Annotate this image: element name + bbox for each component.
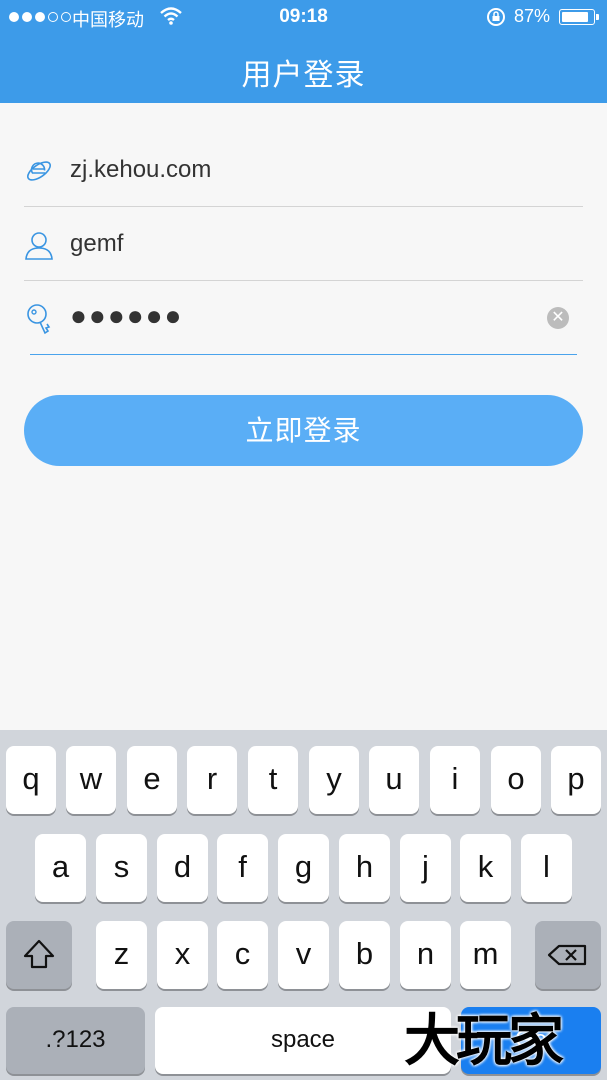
key-g[interactable]: g bbox=[278, 834, 329, 902]
shift-icon bbox=[23, 939, 55, 969]
key-f[interactable]: f bbox=[217, 834, 268, 902]
battery-icon bbox=[559, 9, 599, 25]
key-y[interactable]: y bbox=[309, 746, 359, 814]
watermark: 大玩家 bbox=[404, 1009, 564, 1074]
browser-e-icon bbox=[27, 161, 51, 181]
key-c[interactable]: c bbox=[217, 921, 268, 989]
key-q[interactable]: q bbox=[6, 746, 56, 814]
key-l[interactable]: l bbox=[521, 834, 572, 902]
key-h[interactable]: h bbox=[339, 834, 390, 902]
key-s[interactable]: s bbox=[96, 834, 147, 902]
key-k[interactable]: k bbox=[460, 834, 511, 902]
header: 中国移动 09:18 87% 用户登录 bbox=[0, 0, 607, 103]
password-row: ✕ bbox=[27, 281, 577, 355]
key-o[interactable]: o bbox=[491, 746, 541, 814]
key-m[interactable]: m bbox=[460, 921, 511, 989]
key-w[interactable]: w bbox=[66, 746, 116, 814]
key-d[interactable]: d bbox=[157, 834, 208, 902]
key-icon bbox=[27, 304, 51, 335]
key-r[interactable]: r bbox=[187, 746, 237, 814]
key-e[interactable]: e bbox=[127, 746, 177, 814]
key-a[interactable]: a bbox=[35, 834, 86, 902]
key-b[interactable]: b bbox=[339, 921, 390, 989]
key-n[interactable]: n bbox=[400, 921, 451, 989]
clear-input-icon[interactable]: ✕ bbox=[547, 307, 569, 329]
rotation-lock-icon bbox=[487, 8, 505, 26]
key-u[interactable]: u bbox=[369, 746, 419, 814]
key-v[interactable]: v bbox=[278, 921, 329, 989]
key-z[interactable]: z bbox=[96, 921, 147, 989]
backspace-key[interactable] bbox=[535, 921, 601, 989]
battery-percentage: 87% bbox=[514, 6, 551, 26]
shift-key[interactable] bbox=[6, 921, 72, 989]
server-address-input[interactable] bbox=[70, 153, 530, 187]
username-row bbox=[24, 207, 583, 281]
user-icon bbox=[25, 232, 53, 260]
server-row bbox=[24, 133, 583, 207]
key-x[interactable]: x bbox=[157, 921, 208, 989]
key-t[interactable]: t bbox=[248, 746, 298, 814]
numbers-key[interactable]: .?123 bbox=[6, 1007, 145, 1074]
page-title: 用户登录 bbox=[241, 59, 366, 92]
backspace-icon bbox=[547, 944, 587, 966]
key-j[interactable]: j bbox=[400, 834, 451, 902]
status-bar: 中国移动 09:18 87% bbox=[0, 0, 607, 34]
key-p[interactable]: p bbox=[551, 746, 601, 814]
password-input[interactable] bbox=[70, 299, 530, 333]
login-button[interactable]: 立即登录 bbox=[24, 395, 583, 466]
username-input[interactable] bbox=[70, 227, 530, 261]
key-i[interactable]: i bbox=[430, 746, 480, 814]
